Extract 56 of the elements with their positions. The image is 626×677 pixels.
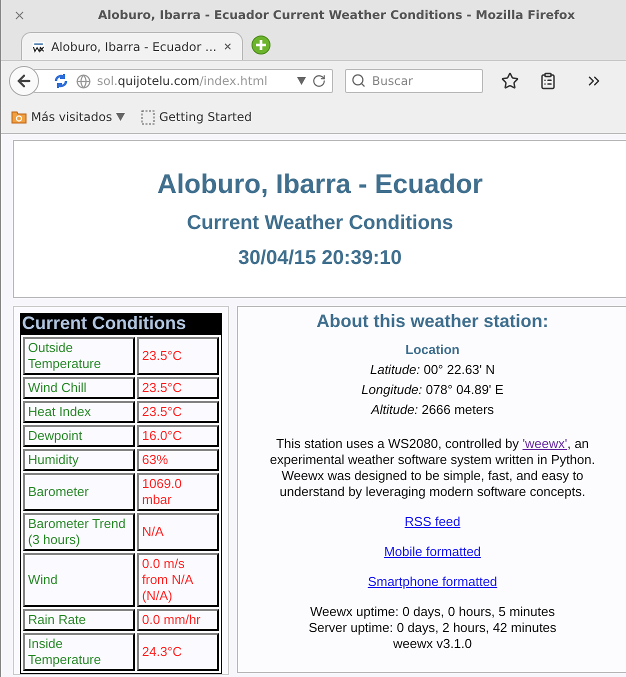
new-tab-icon[interactable] bbox=[251, 35, 271, 55]
table-cell: 16.0°C bbox=[137, 425, 219, 447]
globe-icon bbox=[76, 74, 91, 88]
table-cell: Humidity bbox=[23, 449, 135, 471]
uptime-text: weewx v3.1.0 bbox=[393, 636, 472, 652]
table-cell: Dewpoint bbox=[23, 425, 135, 447]
page-icon bbox=[141, 110, 156, 124]
location-line: Altitude: 2666 meters bbox=[371, 401, 494, 419]
table-cell: Heat Index bbox=[23, 401, 135, 423]
close-icon[interactable] bbox=[13, 8, 26, 22]
table-cell: Inside Temperature bbox=[23, 633, 135, 671]
table-cell: Barometer Trend (3 hours) bbox=[23, 513, 135, 551]
table-cell: N/A bbox=[137, 513, 219, 551]
table-cell: Wind Chill bbox=[23, 377, 135, 399]
station-title: Aloburo, Ibarra - Ecuador bbox=[157, 168, 483, 200]
page-link[interactable]: Smartphone formatted bbox=[368, 574, 498, 590]
table-cell: Barometer bbox=[23, 473, 135, 511]
table-cell: Outside Temperature bbox=[23, 337, 135, 375]
caret-icon bbox=[116, 113, 126, 121]
conditions-title: Current Conditions bbox=[20, 313, 222, 334]
table-cell: 23.5°C bbox=[137, 377, 219, 399]
bookmark-item[interactable]: Getting Started bbox=[141, 110, 252, 124]
browser-tab[interactable]: Aloburo, Ibarra - Ecuador ... bbox=[21, 32, 243, 60]
table-cell: 23.5°C bbox=[137, 337, 219, 375]
location-heading: Location bbox=[405, 342, 460, 357]
timestamp: 30/04/15 20:39:10 bbox=[238, 246, 402, 270]
table-cell: 0.0 mm/hr bbox=[137, 609, 219, 631]
description-text: This station uses a WS2080, controlled by 'weewx', an experimental weather software system written in Python. Weewx was designed to be simple, fast, and easy to understand by leveraging modern software concepts. bbox=[268, 436, 596, 500]
table-cell: Rain Rate bbox=[23, 609, 135, 631]
uptime-text: Weewx uptime: 0 days, 0 hours, 5 minutes bbox=[310, 604, 555, 620]
page-link[interactable]: Mobile formatted bbox=[384, 544, 481, 560]
dropdown-icon[interactable] bbox=[297, 77, 306, 85]
search-icon bbox=[351, 73, 366, 88]
weewx-link[interactable]: 'weewx' bbox=[522, 436, 568, 451]
table-cell: 23.5°C bbox=[137, 401, 219, 423]
reload-icon[interactable] bbox=[312, 74, 326, 88]
table-cell: 24.3°C bbox=[137, 633, 219, 671]
table-cell: Wind bbox=[23, 553, 135, 607]
about-title: About this weather station: bbox=[316, 311, 548, 332]
folder-icon bbox=[11, 110, 27, 124]
table-cell: 0.0 m/s from N/A (N/A) bbox=[137, 553, 219, 607]
table-cell: 63% bbox=[137, 449, 219, 471]
location-line: Latitude: 00° 22.63' N bbox=[370, 361, 495, 379]
back-button[interactable] bbox=[9, 66, 39, 96]
search-field[interactable]: Buscar bbox=[345, 69, 483, 93]
page-link[interactable]: RSS feed bbox=[404, 514, 460, 530]
uptime-text: Server uptime: 0 days, 2 hours, 42 minutes bbox=[308, 620, 556, 636]
url-text: sol.quijotelu.com/index.html bbox=[97, 74, 268, 88]
tab-title: Aloburo, Ibarra - Ecuador ... bbox=[51, 40, 217, 54]
url-field[interactable]: sol.quijotelu.com/index.html bbox=[33, 69, 333, 93]
page-subtitle: Current Weather Conditions bbox=[186, 212, 454, 234]
window-title: Aloburo, Ibarra - Ecuador Current Weather Conditions - Mozilla Firefox bbox=[96, 8, 576, 22]
bookmark-item[interactable]: Más visitados bbox=[11, 110, 126, 124]
location-line: Longitude: 078° 04.89' E bbox=[361, 381, 504, 399]
table-cell: 1069.0 mbar bbox=[137, 473, 219, 511]
sync-icon bbox=[52, 72, 70, 90]
